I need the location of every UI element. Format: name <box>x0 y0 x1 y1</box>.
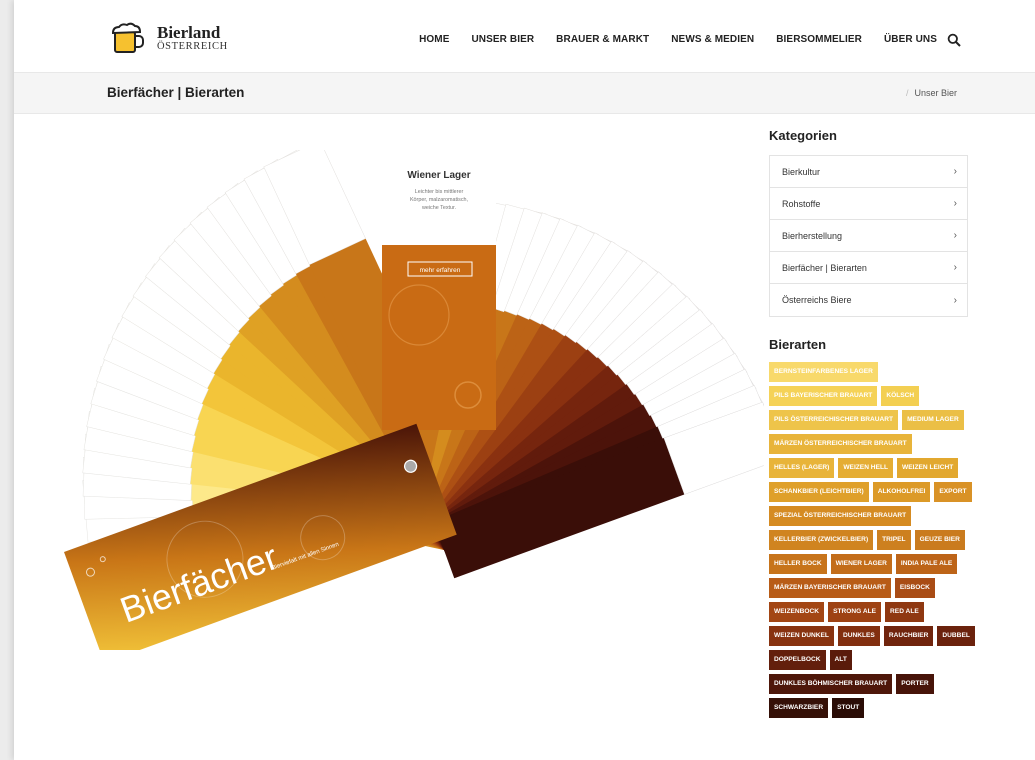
search-icon[interactable] <box>947 33 961 47</box>
page-title-bar: Bierfächer | Bierarten / Unser Bier <box>14 72 1035 114</box>
beer-type-tag[interactable]: Märzen Österreichischer Brauart <box>769 434 912 454</box>
category-label: Rohstoffe <box>782 198 821 209</box>
beer-type-tag[interactable]: Tripel <box>877 530 911 550</box>
beer-type-tag[interactable]: Export <box>934 482 972 502</box>
beer-type-tag[interactable]: Porter <box>896 674 934 694</box>
categories-heading: Kategorien <box>769 128 837 143</box>
beer-type-tag[interactable]: Dunkles <box>837 626 880 646</box>
beer-type-tag[interactable]: Weizen Dunkel <box>769 626 834 646</box>
nav-unser-bier[interactable]: UNSER BIER <box>471 34 534 45</box>
beer-type-tag[interactable]: Heller Bock <box>769 554 827 574</box>
beer-mug-icon <box>111 22 144 53</box>
beer-type-tag[interactable]: Doppelbock <box>769 650 826 670</box>
beer-type-tags: Bernsteinfarbenes Lager Pils Bayerischer … <box>769 362 979 722</box>
nav-ueber-uns[interactable]: ÜBER UNS <box>884 34 937 45</box>
beer-type-tag[interactable]: Helles (Lager) <box>769 458 835 478</box>
breadcrumb-separator: / <box>905 88 909 98</box>
beer-type-tag[interactable]: Medium Lager <box>902 410 964 430</box>
beer-type-tag[interactable]: Pils Österreichischer Brauart <box>769 410 899 430</box>
sidebar: Kategorien Bierkultur › Rohstoffe › Bierhe… <box>769 128 979 722</box>
beer-type-tag[interactable]: Alkoholfrei <box>872 482 931 502</box>
category-label: Bierherstellung <box>782 230 843 241</box>
nav-news-medien[interactable]: NEWS & MEDIEN <box>671 34 754 45</box>
beer-type-tag[interactable]: Weizen Leicht <box>897 458 959 478</box>
beer-type-tag[interactable]: Rauchbier <box>883 626 934 646</box>
category-label: Österreichs Biere <box>782 295 852 305</box>
beer-type-tag[interactable]: Wiener Lager <box>830 554 892 574</box>
beer-color-fan-image: Wiener Lager Leichter bis mittlerer Körp… <box>64 150 764 650</box>
page-title: Bierfächer | Bierarten <box>107 85 245 100</box>
beer-types-heading: Bierarten <box>769 337 827 352</box>
card-title: Wiener Lager <box>407 170 470 181</box>
card-more-button: mehr erfahren <box>420 267 461 274</box>
beer-type-tag[interactable]: Strong Ale <box>828 602 882 622</box>
beer-type-tag[interactable]: Bernsteinfarbenes Lager <box>769 362 878 382</box>
card-text-line-2: Körper, malzaromatisch, <box>410 197 469 203</box>
beer-type-tag[interactable]: Weizen Hell <box>838 458 894 478</box>
chevron-right-icon: › <box>953 294 957 306</box>
chevron-right-icon: › <box>953 166 957 177</box>
beer-type-tag[interactable]: Dunkles Böhmischer Brauart <box>769 674 893 694</box>
beer-type-tag[interactable]: Red Ale <box>885 602 924 622</box>
beer-type-tag[interactable]: Stout <box>832 698 865 718</box>
category-label: Bierfächer | Bierarten <box>782 262 867 273</box>
nav-home[interactable]: HOME <box>419 34 449 45</box>
beer-type-tag[interactable]: Märzen Bayerischer Brauart <box>769 578 891 598</box>
category-list: Bierkultur › Rohstoffe › Bierherstellung › … <box>769 155 968 317</box>
beer-type-tag[interactable]: Geuze Bier <box>914 530 965 550</box>
beer-type-tag[interactable]: Schankbier (Leichtbier) <box>769 482 869 502</box>
nav-biersommelier[interactable]: BIERSOMMELIER <box>776 34 862 45</box>
beer-type-tag[interactable]: Pils Bayerischer Brauart <box>769 386 878 406</box>
page: Bierland ÖSTERREICH HOME UNSER BIER BRAU… <box>14 0 1035 760</box>
category-label: Bierkultur <box>782 166 821 177</box>
category-item[interactable]: Bierkultur › <box>770 156 967 188</box>
card-text-line-1: Leichter bis mittlerer <box>415 189 464 195</box>
main-nav: HOME UNSER BIER BRAUER & MARKT NEWS & ME… <box>397 34 937 45</box>
category-item[interactable]: Bierherstellung › <box>770 220 967 252</box>
beer-type-tag[interactable]: Eisbock <box>894 578 935 598</box>
category-item[interactable]: Österreichs Biere › <box>770 284 967 316</box>
category-item[interactable]: Bierfächer | Bierarten › <box>770 252 967 284</box>
nav-brauer-markt[interactable]: BRAUER & MARKT <box>556 34 649 45</box>
beer-type-tag[interactable]: Alt <box>829 650 852 670</box>
logo-title: Bierland <box>157 22 221 42</box>
site-logo[interactable]: Bierland ÖSTERREICH <box>109 22 228 54</box>
breadcrumb: / Unser Bier <box>906 88 957 98</box>
beer-type-tag[interactable]: Schwarzbier <box>769 698 829 718</box>
beer-type-tag[interactable]: Kellerbier (Zwickelbier) <box>769 530 874 550</box>
logo-subtitle: ÖSTERREICH <box>157 40 228 52</box>
beer-type-tag[interactable]: India Pale Ale <box>895 554 958 574</box>
breadcrumb-link[interactable]: Unser Bier <box>914 88 957 98</box>
site-header: Bierland ÖSTERREICH HOME UNSER BIER BRAU… <box>14 0 1035 72</box>
beer-type-tag[interactable]: Dubbel <box>937 626 975 646</box>
beer-type-tag[interactable]: Weizenbock <box>769 602 825 622</box>
chevron-right-icon: › <box>953 262 957 273</box>
category-item[interactable]: Rohstoffe › <box>770 188 967 220</box>
chevron-right-icon: › <box>953 198 957 209</box>
chevron-right-icon: › <box>953 230 957 241</box>
beer-type-tag[interactable]: Spezial Österreichischer Brauart <box>769 506 912 526</box>
beer-type-tag[interactable]: Kölsch <box>881 386 920 406</box>
featured-beer-card: Wiener Lager Leichter bis mittlerer Körp… <box>382 150 496 430</box>
card-text-line-3: weiche Textur. <box>421 205 456 211</box>
